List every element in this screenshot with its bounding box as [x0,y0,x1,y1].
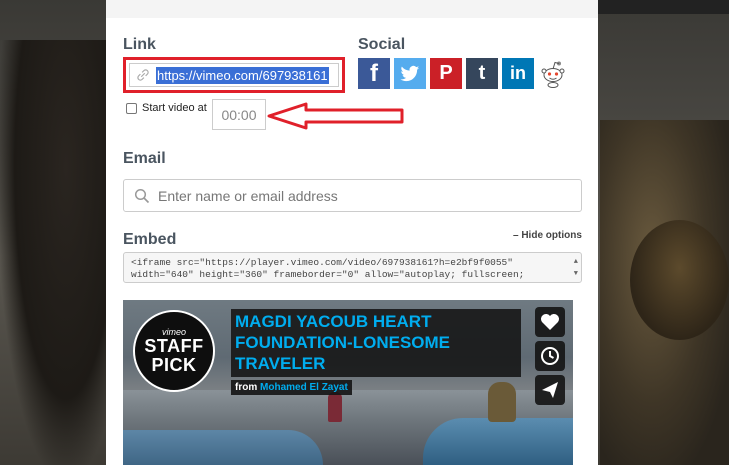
facebook-icon[interactable]: f [358,58,390,89]
link-field[interactable]: https://vimeo.com/697938161 [129,63,339,87]
hide-options-link[interactable]: – Hide options [513,230,582,241]
share-button[interactable] [535,375,565,405]
social-buttons: f P t in [358,58,568,89]
reddit-icon[interactable] [538,58,568,89]
link-highlight-box: https://vimeo.com/697938161 [123,57,345,93]
pinterest-icon[interactable]: P [430,58,462,89]
background-topbar [598,0,729,14]
staff-pick-badge[interactable]: vimeo STAFF PICK [133,310,215,392]
email-placeholder: Enter name or email address [158,187,338,204]
player-side-buttons [535,307,565,405]
email-field[interactable]: Enter name or email address [123,179,582,212]
byline-author[interactable]: Mohamed El Zayat [260,382,348,393]
paper-plane-icon [542,382,558,398]
clock-icon [541,347,559,365]
share-modal: Link https://vimeo.com/697938161 Social … [106,0,598,465]
start-time-input[interactable]: 00:00 [212,99,266,130]
reddit-alien-icon [541,61,565,88]
link-chain-icon [137,69,149,81]
link-url[interactable]: https://vimeo.com/697938161 [156,66,329,84]
twitter-bird-icon [400,65,420,81]
embed-code-line-2: width="640" height="360" frameborder="0"… [131,269,525,280]
social-label: Social [358,36,406,53]
search-icon [134,188,150,203]
background-figure-left [0,40,110,465]
player-scene-boat-right [423,418,573,465]
video-title-line-3: TRAVELER [235,354,326,373]
video-title-line-1: MAGDI YACOUB HEART [235,312,432,331]
video-player[interactable]: vimeo STAFF PICK MAGDI YACOUB HEART FOUN… [123,300,573,465]
staff-pick-word-1: STAFF [144,336,204,356]
tumblr-icon[interactable]: t [466,58,498,89]
start-video-checkbox[interactable] [126,102,137,114]
embed-code-line-1: <iframe src="https://player.vimeo.com/vi… [131,257,513,268]
red-arrow-annotation [267,102,404,130]
embed-scroll-arrows[interactable]: ▲ ▼ [574,256,578,280]
video-title-block: MAGDI YACOUB HEART FOUNDATION-LONESOME T… [231,309,521,395]
background-figure-head [630,220,729,340]
start-video-label: Start video at [142,102,207,114]
embed-label: Embed [123,231,177,248]
watch-later-button[interactable] [535,341,565,371]
like-button[interactable] [535,307,565,337]
video-byline: from Mohamed El Zayat [231,380,352,395]
link-label: Link [123,36,156,53]
start-video-row: Start video at [126,102,207,114]
email-label: Email [123,150,166,167]
embed-code-field[interactable]: <iframe src="https://player.vimeo.com/vi… [123,252,582,283]
twitter-icon[interactable] [394,58,426,89]
heart-icon [541,314,559,330]
player-scene-boat-left [123,430,323,465]
player-scene-person [328,392,342,422]
linkedin-icon[interactable]: in [502,58,534,89]
video-title-line-2: FOUNDATION-LONESOME [235,333,451,352]
byline-from: from [235,382,258,393]
staff-pick-word-2: PICK [151,355,197,375]
modal-top-strip [106,0,598,18]
video-title[interactable]: MAGDI YACOUB HEART FOUNDATION-LONESOME T… [231,309,521,377]
